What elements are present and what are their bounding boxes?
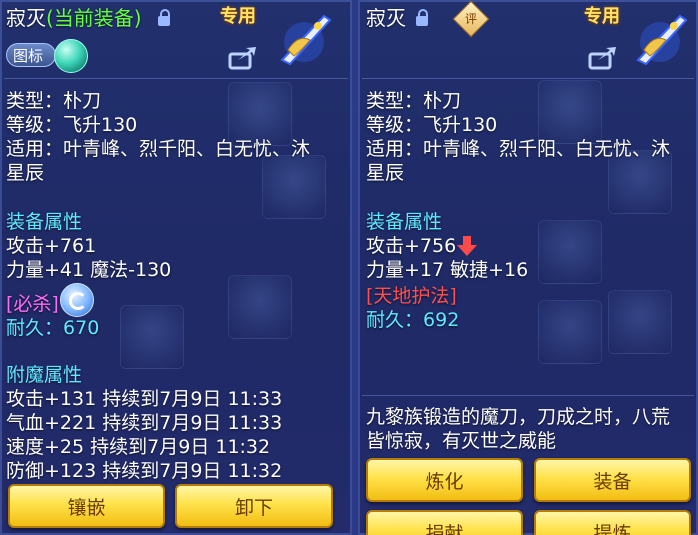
background-item-slot (538, 220, 602, 284)
secondary-stats: 力量+41 魔法-130 (6, 259, 172, 281)
applicable-classes-cont: 星辰 (6, 162, 45, 184)
durability: 耐久：692 (366, 309, 460, 331)
icon-toggle-button[interactable]: 图标 (6, 43, 56, 67)
donate-button[interactable]: 捐献 (366, 510, 523, 535)
appraise-icon[interactable]: 评 (452, 0, 490, 38)
equipped-tag: (当前装备) (46, 6, 142, 30)
item-level: 等级：飞升130 (6, 114, 138, 136)
enchant-row: 速度+25 持续到7月9日 11:32 (6, 436, 271, 458)
divider (362, 78, 694, 79)
lock-icon (158, 9, 170, 26)
exclusive-tag: 专用 (220, 6, 256, 27)
decrease-arrow-icon (457, 236, 477, 256)
weapon-icon (636, 14, 688, 66)
inlay-button[interactable]: 镶嵌 (8, 484, 165, 528)
applicable-classes-cont: 星辰 (366, 162, 405, 184)
item-description-cont: 皆惊寂，有灭世之威能 (366, 430, 557, 452)
enchant-row: 攻击+131 持续到7月9日 11:33 (6, 388, 283, 410)
enchant-row: 气血+221 持续到7月9日 11:33 (6, 412, 283, 434)
background-item-slot (120, 305, 184, 369)
share-icon[interactable] (228, 44, 258, 70)
applicable-classes: 适用：叶青峰、烈千阳、白无忧、沐 (366, 138, 671, 160)
extract-button[interactable]: 提炼 (534, 510, 691, 535)
attack-stat: 攻击+761 (6, 235, 97, 257)
item-type: 类型：朴刀 (6, 90, 102, 112)
equip-button[interactable]: 装备 (534, 458, 691, 502)
background-item-slot (262, 155, 326, 219)
equipment-attributes-title: 装备属性 (366, 211, 443, 233)
background-item-slot (608, 290, 672, 354)
durability: 耐久：670 (6, 317, 100, 339)
exclusive-tag: 专用 (584, 6, 620, 27)
equipment-attributes-title: 装备属性 (6, 211, 83, 233)
weapon-icon (280, 14, 332, 66)
enchant-row: 防御+123 持续到7月9日 11:32 (6, 460, 283, 482)
item-description: 九黎族锻造的魔刀，刀成之时，八荒 (366, 406, 671, 428)
refine-button[interactable]: 炼化 (366, 458, 523, 502)
enchant-attributes-title: 附魔属性 (6, 364, 83, 386)
toggle-orb-icon[interactable] (54, 39, 88, 73)
applicable-classes: 适用：叶青峰、烈千阳、白无忧、沐 (6, 138, 311, 160)
attack-stat: 攻击+756 (366, 235, 457, 257)
divider (362, 395, 694, 396)
background-item-slot (538, 300, 602, 364)
item-level: 等级：飞升130 (366, 114, 498, 136)
background-item-slot (538, 80, 602, 144)
current-equipment-panel: 寂灭(当前装备) 专用 图标 类型：朴刀 等级：飞升130 适用：叶青峰、烈千阳… (0, 0, 352, 535)
special-skill: [必杀] (6, 293, 59, 315)
lock-icon (416, 9, 428, 26)
secondary-stats: 力量+17 敏捷+16 (366, 259, 529, 281)
divider (4, 78, 348, 79)
unequip-button[interactable]: 卸下 (175, 484, 333, 528)
item-name: 寂灭(当前装备) (6, 6, 142, 30)
special-skill: [天地护法] (366, 285, 457, 307)
item-type: 类型：朴刀 (366, 90, 462, 112)
background-item-slot (228, 275, 292, 339)
item-name: 寂灭 (366, 6, 406, 30)
refresh-icon[interactable] (60, 283, 94, 317)
compare-equipment-panel: 寂灭 评 专用 类型：朴刀 等级：飞升130 适用：叶青峰、烈千阳、白无忧、沐 … (358, 0, 698, 535)
share-icon[interactable] (588, 44, 618, 70)
